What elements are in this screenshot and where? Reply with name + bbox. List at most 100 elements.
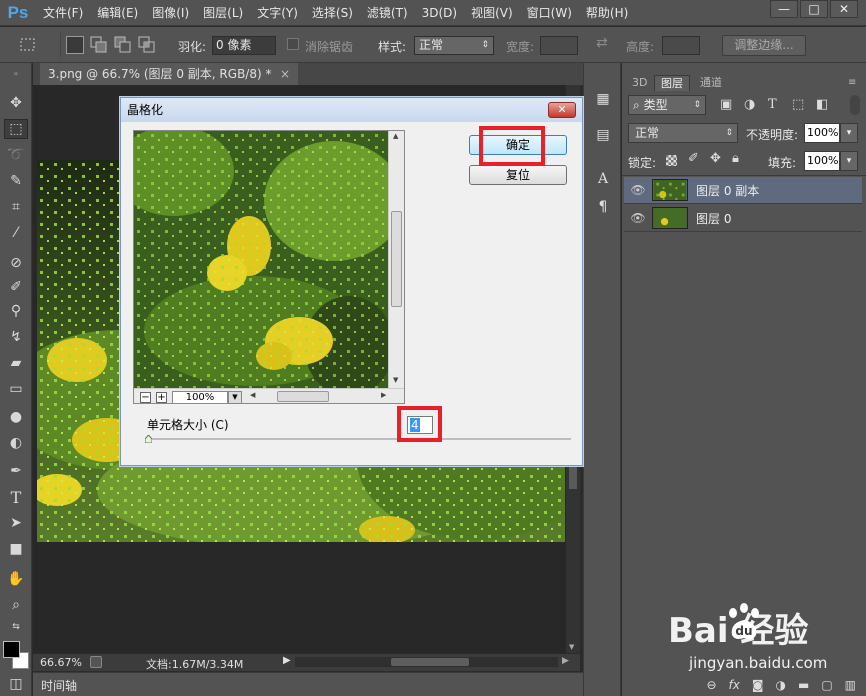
document-tab[interactable]: 3.png @ 66.7% (图层 0 副本, RGB/8) * × bbox=[40, 63, 298, 85]
preview-vertical-scroll-thumb[interactable] bbox=[391, 211, 402, 307]
horizontal-scroll-thumb[interactable] bbox=[391, 658, 469, 666]
horizontal-scrollbar[interactable] bbox=[295, 657, 558, 667]
preview-horizontal-scroll-thumb[interactable] bbox=[277, 391, 329, 402]
brush-tool-icon[interactable]: ✐ bbox=[4, 277, 28, 297]
lasso-tool-icon[interactable]: ➰ bbox=[4, 145, 28, 165]
menu-select[interactable]: 选择(S) bbox=[305, 0, 360, 26]
layer-filter-select[interactable]: ⌕ 类型 ⇕ bbox=[628, 95, 706, 115]
histogram-panel-icon[interactable]: ▦ bbox=[593, 89, 613, 109]
dialog-titlebar[interactable]: 晶格化 ✕ bbox=[121, 98, 582, 122]
layer-row[interactable]: 👁︎ 图层 0 副本 bbox=[624, 177, 862, 204]
zoom-in-button[interactable]: + bbox=[156, 392, 167, 403]
scroll-down-arrow-icon[interactable]: ▼ bbox=[569, 643, 574, 651]
opacity-input[interactable]: 100% bbox=[804, 123, 840, 143]
trash-icon[interactable]: ▥ bbox=[845, 678, 856, 692]
feather-input[interactable]: 0 像素 bbox=[212, 36, 276, 55]
lock-position-icon[interactable]: ✥ bbox=[710, 151, 721, 166]
menu-type[interactable]: 文字(Y) bbox=[250, 0, 305, 26]
fx-icon[interactable]: fx bbox=[729, 678, 740, 692]
subtract-selection-icon[interactable] bbox=[114, 36, 132, 54]
visibility-eye-icon[interactable]: 👁︎ bbox=[624, 211, 652, 225]
panel-menu-icon[interactable]: ≡ bbox=[848, 77, 856, 88]
fill-dropdown-icon[interactable]: ▾ bbox=[840, 151, 858, 171]
minimize-button[interactable]: — bbox=[770, 0, 798, 18]
width-input[interactable] bbox=[540, 36, 578, 55]
default-colors-icon[interactable]: ⇆ bbox=[4, 617, 28, 637]
link-icon[interactable]: ⊖ bbox=[706, 678, 716, 692]
lock-pixels-icon[interactable]: ✐ bbox=[688, 151, 699, 166]
filter-toggle[interactable] bbox=[850, 95, 860, 115]
adjustment-icon[interactable]: ◑ bbox=[775, 678, 785, 692]
layer-row[interactable]: 👁︎ 图层 0 bbox=[624, 205, 862, 232]
new-layer-icon[interactable]: ▢ bbox=[821, 678, 832, 692]
swap-icon[interactable]: ⇄ bbox=[596, 35, 608, 51]
visibility-eye-icon[interactable]: 👁︎ bbox=[624, 183, 652, 197]
properties-panel-icon[interactable]: ▤ bbox=[593, 125, 613, 145]
dodge-tool-icon[interactable]: ◐ bbox=[4, 433, 28, 453]
lock-transparency-icon[interactable] bbox=[666, 155, 677, 166]
marquee-tool-icon[interactable] bbox=[18, 35, 38, 55]
timeline-label[interactable]: 时间轴 bbox=[41, 677, 77, 694]
tab-channels[interactable]: 通道 bbox=[694, 75, 728, 91]
shape-tool-icon[interactable]: ■ bbox=[4, 539, 28, 559]
reset-button[interactable]: 复位 bbox=[469, 165, 567, 185]
history-brush-tool-icon[interactable]: ↯ bbox=[4, 327, 28, 347]
tab-close-icon[interactable]: × bbox=[280, 63, 290, 85]
preview-horizontal-scrollbar[interactable]: − + 100% ▼ ◀ ▶ bbox=[134, 388, 404, 403]
zoom-dropdown-icon[interactable]: ▼ bbox=[228, 391, 242, 403]
canvas-vertical-scroll-thumb[interactable] bbox=[569, 467, 577, 489]
blend-mode-select[interactable]: 正常 ⇕ bbox=[628, 123, 738, 143]
filter-shape-icon[interactable]: ⬚ bbox=[792, 97, 804, 112]
menu-image[interactable]: 图像(I) bbox=[145, 0, 196, 26]
filter-pixel-icon[interactable]: ▣ bbox=[720, 97, 732, 112]
menu-3d[interactable]: 3D(D) bbox=[415, 0, 464, 26]
paragraph-panel-icon[interactable]: ¶ bbox=[593, 197, 613, 217]
menu-view[interactable]: 视图(V) bbox=[464, 0, 520, 26]
lock-all-icon[interactable]: 🔒︎ bbox=[732, 151, 739, 166]
scroll-down-arrow-icon[interactable]: ▼ bbox=[393, 376, 398, 384]
preview-image[interactable] bbox=[134, 131, 390, 388]
gradient-tool-icon[interactable]: ▭ bbox=[4, 379, 28, 399]
clone-stamp-tool-icon[interactable]: ⚲ bbox=[4, 301, 28, 321]
cell-size-slider[interactable] bbox=[145, 438, 571, 440]
add-selection-icon[interactable] bbox=[90, 36, 108, 54]
menu-window[interactable]: 窗口(W) bbox=[520, 0, 579, 26]
eyedropper-tool-icon[interactable]: ⁄ bbox=[4, 223, 28, 243]
type-tool-icon[interactable]: T bbox=[4, 487, 28, 507]
rect-marquee-tool-icon[interactable]: ⬚ bbox=[4, 119, 28, 139]
dialog-close-button[interactable]: ✕ bbox=[548, 102, 576, 118]
crop-tool-icon[interactable]: ⌗ bbox=[4, 197, 28, 217]
zoom-value[interactable]: 100% bbox=[172, 391, 228, 403]
hand-tool-icon[interactable]: ✋ bbox=[4, 569, 28, 589]
preview-vertical-scrollbar[interactable]: ▲ ▼ bbox=[388, 131, 404, 388]
menu-filter[interactable]: 滤镜(T) bbox=[360, 0, 415, 26]
zoom-tool-icon[interactable]: ⌕ bbox=[4, 595, 28, 615]
maximize-button[interactable]: □ bbox=[800, 0, 828, 18]
eraser-tool-icon[interactable]: ▰ bbox=[4, 353, 28, 373]
refine-edge-button[interactable]: 调整边缘... bbox=[722, 35, 806, 56]
filter-preview[interactable]: ▲ ▼ − + 100% ▼ ◀ ▶ bbox=[133, 130, 405, 404]
filter-smart-object-icon[interactable]: ◧ bbox=[816, 97, 828, 112]
layer-name[interactable]: 图层 0 副本 bbox=[696, 182, 759, 199]
healing-brush-tool-icon[interactable]: ⊘ bbox=[4, 253, 28, 273]
scroll-up-arrow-icon[interactable]: ▲ bbox=[393, 132, 398, 140]
scroll-right-arrow-icon[interactable]: ▶ bbox=[562, 656, 569, 666]
scroll-right-arrow-icon[interactable]: ▶ bbox=[381, 391, 386, 399]
new-selection-icon[interactable] bbox=[66, 36, 84, 54]
tab-3d[interactable]: 3D bbox=[626, 75, 653, 91]
scroll-left-arrow-icon[interactable]: ◀ bbox=[250, 391, 255, 399]
layer-name[interactable]: 图层 0 bbox=[696, 210, 731, 227]
move-tool-icon[interactable]: ✥ bbox=[4, 93, 28, 113]
height-input[interactable] bbox=[662, 36, 700, 55]
blur-tool-icon[interactable]: ● bbox=[4, 407, 28, 427]
cell-size-slider-thumb[interactable] bbox=[145, 435, 152, 443]
filter-type-icon[interactable]: T bbox=[768, 97, 777, 112]
menu-file[interactable]: 文件(F) bbox=[36, 0, 90, 26]
path-select-tool-icon[interactable]: ➤ bbox=[4, 513, 28, 533]
quick-mask-icon[interactable]: ◫ bbox=[4, 674, 28, 694]
style-select[interactable]: 正常 ⇕ bbox=[414, 36, 494, 55]
menu-edit[interactable]: 编辑(E) bbox=[90, 0, 145, 26]
panel-collapse-icon[interactable]: » bbox=[4, 69, 28, 78]
zoom-level[interactable]: 66.67% bbox=[40, 656, 82, 669]
fill-input[interactable]: 100% bbox=[804, 151, 840, 171]
